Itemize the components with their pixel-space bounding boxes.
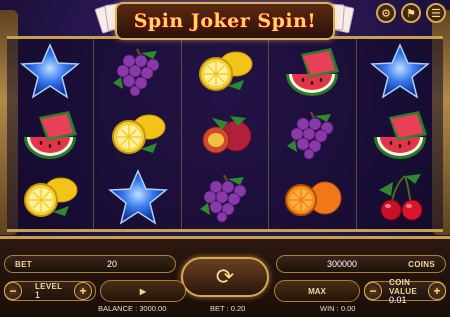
grapes-icon — [94, 39, 180, 102]
bet-label: BET — [15, 259, 32, 269]
star-icon — [7, 39, 93, 102]
gear-icon[interactable]: ⚙ — [376, 3, 396, 23]
coin-plus-button[interactable]: + — [428, 282, 446, 300]
plum-icon — [182, 102, 268, 165]
level-value: 1 — [35, 290, 41, 300]
reel-2 — [93, 39, 180, 229]
coins-panel: 300000 COINS — [276, 255, 446, 273]
reel-4 — [268, 39, 355, 229]
max-bet-button[interactable]: MAX — [274, 280, 360, 302]
cherry-icon — [357, 166, 443, 229]
flag-icon[interactable]: ⚑ — [401, 3, 421, 23]
max-label: MAX — [308, 286, 326, 296]
watermelon-icon — [269, 39, 355, 102]
menu-icon[interactable]: ☰ — [426, 3, 446, 23]
play-icon: ▶ — [139, 286, 147, 296]
lemon-icon — [7, 166, 93, 229]
star-icon — [357, 39, 443, 102]
coins-value: 300000 — [327, 259, 358, 269]
spin-button[interactable]: ⟳ — [181, 257, 269, 297]
lemon-icon — [182, 39, 268, 102]
lemon-icon — [94, 102, 180, 165]
bet-value: 20 — [106, 259, 117, 269]
reel-3 — [180, 39, 268, 229]
reels-area — [7, 36, 443, 232]
watermelon-icon — [7, 102, 93, 165]
top-icons: ⚙ ⚑ ☰ — [376, 3, 446, 23]
coin-minus-button[interactable]: − — [364, 282, 382, 300]
reel-1 — [7, 39, 93, 229]
autoplay-button[interactable]: ▶ — [100, 280, 186, 302]
spin-icon: ⟳ — [215, 264, 235, 289]
grapes-icon — [182, 166, 268, 229]
reel-5 — [355, 39, 443, 229]
level-minus-button[interactable]: − — [4, 282, 22, 300]
grapes-icon — [269, 102, 355, 165]
game-stage: Spin Joker Spin! ⚙ ⚑ ☰ BET 20 300000 COI… — [0, 0, 450, 317]
level-plus-button[interactable]: + — [74, 282, 92, 300]
star-icon — [94, 166, 180, 229]
coins-label: COINS — [408, 259, 435, 269]
orange-icon — [269, 166, 355, 229]
game-title: Spin Joker Spin! — [133, 10, 317, 32]
win-text: WIN : 0.00 — [320, 304, 356, 313]
coin-value: 0.01 — [389, 294, 407, 305]
game-logo: Spin Joker Spin! — [115, 2, 335, 40]
balance-text: BALANCE : 3000.00 — [98, 304, 167, 313]
bet-status-text: BET : 0.20 — [210, 304, 246, 313]
bet-panel: BET 20 — [4, 255, 176, 273]
watermelon-icon — [357, 102, 443, 165]
